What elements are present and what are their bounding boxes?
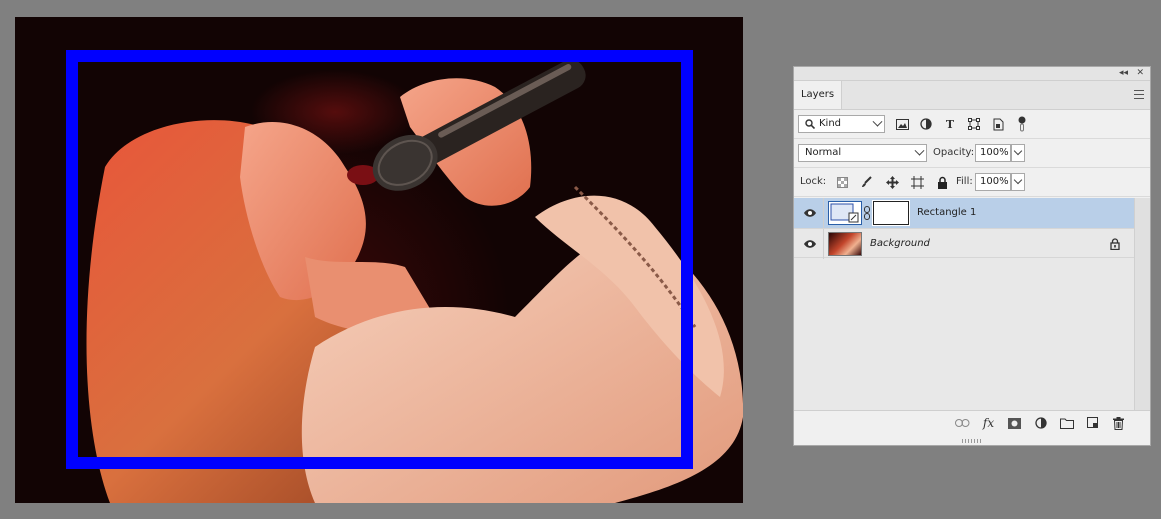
lock-all-icon[interactable]	[934, 175, 950, 189]
visibility-eye-icon[interactable]	[803, 207, 817, 219]
collapse-panel-icon[interactable]: ◂◂	[1119, 67, 1128, 80]
singer-photo	[86, 59, 743, 503]
lock-image-pixels-icon[interactable]	[859, 175, 875, 189]
fill-label: Fill:	[956, 176, 973, 187]
close-panel-icon[interactable]: ✕	[1136, 67, 1144, 80]
shape-thumbnail-icon	[830, 203, 859, 223]
lock-artboard-icon[interactable]	[909, 175, 925, 189]
blend-mode-select[interactable]: Normal	[798, 144, 927, 162]
layer-row-background[interactable]: Background	[794, 228, 1135, 259]
filter-toggle-icon[interactable]	[1014, 116, 1030, 132]
fill-input[interactable]: 100%	[975, 173, 1011, 191]
lock-row: Lock: Fill: 100%	[794, 168, 1150, 197]
tab-layers[interactable]: Layers	[794, 81, 842, 109]
adjustment-filter-icon[interactable]	[918, 117, 934, 131]
filter-row: Kind T	[794, 110, 1150, 139]
blend-row: Normal Opacity: 100%	[794, 139, 1150, 168]
visibility-eye-icon[interactable]	[803, 238, 817, 250]
layer-lock-icon[interactable]	[1110, 238, 1120, 250]
layers-scrollbar[interactable]	[1134, 198, 1150, 413]
filter-kind-value: Kind	[819, 118, 842, 129]
new-group-icon[interactable]	[1059, 416, 1074, 430]
layer-name-background[interactable]: Background	[870, 229, 930, 259]
panel-menu-icon[interactable]	[1134, 90, 1144, 99]
layers-panel: ◂◂ ✕ Layers Kind T Normal Opacity: 100% …	[793, 66, 1151, 446]
panel-tab-bar: Layers	[794, 81, 1150, 110]
panel-footer: fx	[794, 410, 1150, 435]
delete-layer-icon[interactable]	[1111, 416, 1126, 430]
fx-icon[interactable]: fx	[981, 416, 996, 430]
new-fill-adjustment-icon[interactable]	[1033, 416, 1048, 430]
blend-mode-value: Normal	[805, 147, 842, 158]
image-filter-icon[interactable]	[894, 117, 910, 131]
document-canvas[interactable]	[15, 17, 743, 503]
add-mask-icon[interactable]	[1007, 416, 1022, 430]
new-layer-icon[interactable]	[1085, 416, 1100, 430]
shape-filter-icon[interactable]	[966, 117, 982, 131]
type-filter-icon[interactable]: T	[942, 117, 958, 131]
opacity-input[interactable]: 100%	[975, 144, 1011, 162]
lock-transparent-pixels-icon[interactable]	[834, 175, 850, 189]
search-icon	[805, 119, 815, 129]
opacity-label: Opacity:	[933, 147, 975, 158]
opacity-slider-toggle[interactable]	[1011, 144, 1025, 162]
layer-row-rectangle-1[interactable]: Rectangle 1	[794, 198, 1135, 228]
lock-position-icon[interactable]	[884, 175, 900, 189]
layers-list[interactable]: Rectangle 1 Background	[794, 198, 1135, 413]
link-chain-icon[interactable]	[864, 206, 870, 220]
layer-name-rectangle-1[interactable]: Rectangle 1	[917, 198, 976, 228]
filter-kind-select[interactable]: Kind	[798, 115, 885, 133]
link-layers-icon[interactable]	[955, 416, 970, 430]
lock-label: Lock:	[800, 176, 827, 187]
vector-mask-thumbnail[interactable]	[872, 200, 910, 226]
shape-layer-thumbnail[interactable]	[828, 201, 862, 225]
smart-object-filter-icon[interactable]	[990, 117, 1006, 131]
background-layer-thumbnail[interactable]	[828, 232, 862, 256]
fill-slider-toggle[interactable]	[1011, 173, 1025, 191]
panel-resize-grip[interactable]	[962, 439, 982, 443]
panel-title-strip: ◂◂ ✕	[794, 67, 1150, 81]
